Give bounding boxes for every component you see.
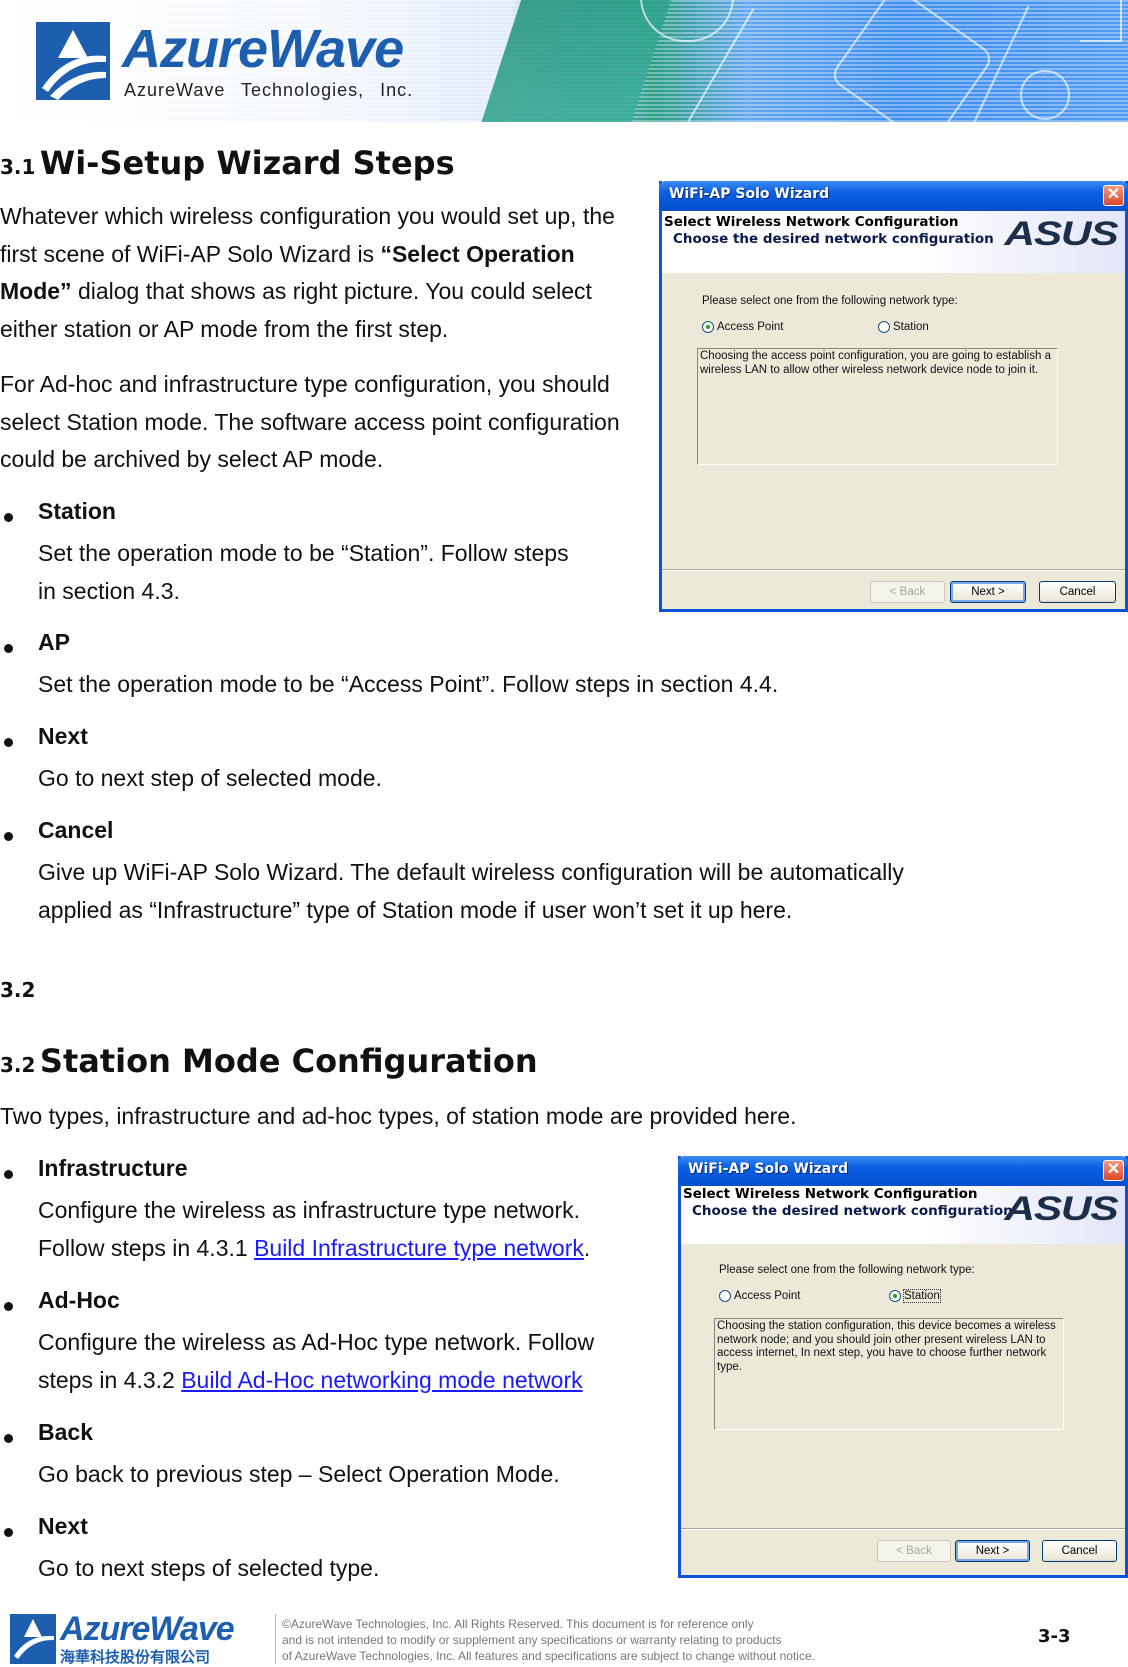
network-type-prompt: Please select one from the following net… (719, 1264, 975, 1276)
mode-description: Choosing the access point configuration,… (697, 348, 1058, 465)
logo-wordmark: AzureWave (122, 19, 404, 79)
back-button[interactable]: < Back (870, 581, 945, 603)
cancel-button[interactable]: Cancel (1039, 581, 1116, 603)
mode-description: Choosing the station configuration, this… (714, 1318, 1064, 1430)
banner-line-art (1020, 70, 1070, 120)
link-build-infrastructure[interactable]: Build Infrastructure type network (254, 1235, 584, 1261)
bullet-icon (4, 513, 13, 522)
radio-access-point[interactable]: Access Point (702, 321, 783, 333)
cancel-button[interactable]: Cancel (1042, 1540, 1117, 1562)
header-subtitle: Choose the desired network configuration (692, 1203, 1013, 1219)
bullet-icon (4, 738, 13, 747)
button-separator (662, 569, 1125, 571)
bullet-icon (4, 644, 13, 653)
button-separator (681, 1528, 1125, 1530)
footer-divider (275, 1614, 276, 1664)
dialog-header: Select Wireless Network Configuration Ch… (681, 1186, 1125, 1244)
section-number: 3.1 (0, 155, 36, 179)
bullet-icon (4, 1302, 13, 1311)
radio-station[interactable]: Station (889, 1289, 941, 1303)
banner-line-art (828, 0, 996, 122)
dialog-titlebar[interactable]: WiFi-AP Solo Wizard ✕ (659, 181, 1128, 211)
station-intro: Two types, infrastructure and ad-hoc typ… (0, 1103, 797, 1129)
banner-line-art (1080, 0, 1122, 42)
next-button[interactable]: Next > (955, 1540, 1030, 1562)
intro-paragraph: Whatever which wireless configuration yo… (0, 203, 615, 342)
section-heading-3-2: 3.2 Station Mode Configuration (0, 1042, 538, 1080)
section-heading-3-1: 3.1 Wi-Setup Wizard Steps (0, 144, 455, 182)
asus-logo-icon: ASUS (1003, 215, 1118, 253)
link-build-ad-hoc[interactable]: Build Ad-Hoc networking mode network (181, 1367, 582, 1393)
radio-unchecked-icon (878, 321, 890, 333)
radio-checked-icon (889, 1290, 901, 1302)
dialog-titlebar[interactable]: WiFi-AP Solo Wizard ✕ (678, 1156, 1128, 1186)
footer-copyright: ©AzureWave Technologies, Inc. All Rights… (282, 1617, 815, 1663)
orphan-section-number: 3.2 (0, 978, 36, 1002)
bullet-icon (4, 1170, 13, 1179)
radio-unchecked-icon (719, 1290, 731, 1302)
next-button[interactable]: Next > (950, 581, 1026, 603)
dialog-title: WiFi-AP Solo Wizard (688, 1161, 849, 1177)
azurewave-logo-icon (36, 22, 110, 100)
radio-station[interactable]: Station (878, 321, 929, 333)
header-subtitle: Choose the desired network configuration (673, 231, 994, 247)
close-icon[interactable]: ✕ (1103, 185, 1124, 206)
wizard-dialog-access-point: WiFi-AP Solo Wizard ✕ Select Wireless Ne… (659, 181, 1128, 612)
dialog-header: Select Wireless Network Configuration Ch… (662, 211, 1125, 273)
section-title: Station Mode Configuration (39, 1042, 538, 1080)
page-number: 3-3 (1038, 1626, 1071, 1647)
bullet-icon (4, 1434, 13, 1443)
bullet-icon (4, 832, 13, 841)
azurewave-logo-icon (10, 1614, 56, 1664)
section-title: Wi-Setup Wizard Steps (39, 144, 455, 182)
asus-logo-icon: ASUS (1003, 1190, 1118, 1228)
logo-subtitle: AzureWave Technologies, Inc. (124, 80, 414, 100)
footer-logo: AzureWave 海華科技股份有限公司 (10, 1610, 268, 1666)
dialog-title: WiFi-AP Solo Wizard (669, 186, 830, 202)
close-icon[interactable]: ✕ (1103, 1160, 1124, 1181)
header-title: Select Wireless Network Configuration (683, 1186, 978, 1202)
wizard-dialog-station: WiFi-AP Solo Wizard ✕ Select Wireless Ne… (678, 1156, 1128, 1578)
section-number: 3.2 (0, 1053, 36, 1077)
radio-access-point[interactable]: Access Point (719, 1290, 800, 1302)
bullet-icon (4, 1528, 13, 1537)
footer-wordmark: AzureWave (60, 1610, 235, 1648)
network-type-prompt: Please select one from the following net… (702, 295, 958, 307)
radio-checked-icon (702, 321, 714, 333)
station-ap-paragraph: For Ad-hoc and infrastructure type confi… (0, 371, 620, 472)
header-title: Select Wireless Network Configuration (664, 214, 959, 230)
back-button[interactable]: < Back (877, 1540, 951, 1562)
